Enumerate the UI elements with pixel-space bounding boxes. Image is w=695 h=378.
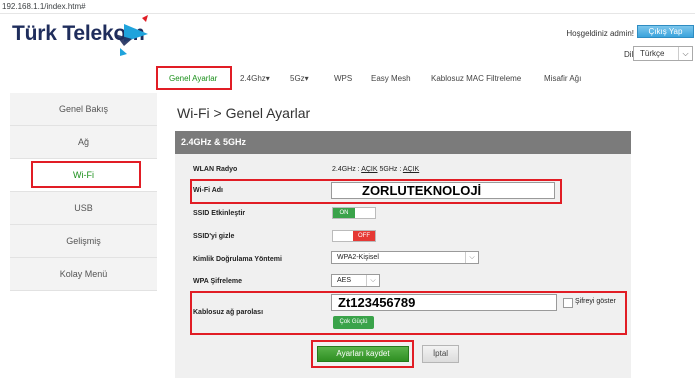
- caret-down-icon: ▾: [265, 74, 270, 83]
- welcome-text: Hoşgeldiniz admin!: [566, 29, 634, 38]
- tab-5ghz-label: 5Gz: [290, 74, 305, 83]
- page-title: Wi-Fi > Genel Ayarlar: [177, 105, 311, 121]
- language-select[interactable]: Türkçe ⌵: [633, 46, 693, 61]
- tab-mac-filter[interactable]: Kablosuz MAC Filtreleme: [431, 68, 521, 90]
- highlight-password: [190, 291, 627, 335]
- cancel-button[interactable]: İptal: [422, 345, 459, 363]
- chevron-down-icon: ⌵: [366, 275, 379, 286]
- section-header: 2.4GHz & 5GHz: [175, 131, 631, 154]
- highlight-save-button: [311, 340, 414, 368]
- wpa-encryption-select[interactable]: AES ⌵: [331, 274, 380, 287]
- wlan-24-state-link[interactable]: AÇIK: [361, 166, 377, 173]
- address-bar[interactable]: 192.168.1.1/index.htm#: [0, 0, 695, 14]
- highlight-sidebar-wifi: [31, 161, 141, 188]
- sidebar-item-kolay-menu[interactable]: Kolay Menü: [10, 258, 157, 291]
- sidebar: Genel Bakış Ağ Wi-Fi USB Gelişmiş Kolay …: [10, 93, 157, 291]
- wpa-encryption-label: WPA Şifreleme: [193, 278, 243, 285]
- wlan-radio-label: WLAN Radyo: [193, 166, 238, 173]
- wlan-radio-value: 2.4GHz : AÇIK 5GHz : AÇIK: [332, 166, 419, 173]
- logout-button[interactable]: Çıkış Yap: [637, 25, 694, 38]
- tab-easy-mesh[interactable]: Easy Mesh: [371, 68, 411, 90]
- wlan-5-state-link[interactable]: AÇIK: [403, 166, 419, 173]
- toggle-off-state: OFF: [353, 231, 375, 241]
- chevron-down-icon: ⌵: [678, 47, 692, 60]
- caret-down-icon: ▾: [304, 74, 309, 83]
- auth-method-value: WPA2-Kişisel: [337, 254, 379, 261]
- tab-guest-network[interactable]: Misafir Ağı: [544, 68, 581, 90]
- ssid-enable-toggle[interactable]: ON: [332, 207, 376, 219]
- tab-wps[interactable]: WPS: [334, 68, 352, 90]
- highlight-tab-genel-ayarlar: [156, 66, 232, 90]
- highlight-ssid: [190, 179, 562, 204]
- sidebar-item-ag[interactable]: Ağ: [10, 126, 157, 159]
- tab-24ghz[interactable]: 2.4Ghz▾: [240, 68, 270, 90]
- sidebar-item-genel-bakis[interactable]: Genel Bakış: [10, 93, 157, 126]
- ssid-hide-label: SSID'yi gizle: [193, 233, 235, 240]
- tab-24ghz-label: 2.4Ghz: [240, 74, 266, 83]
- wlan-5-label: 5GHz :: [379, 166, 402, 173]
- sidebar-item-gelismis[interactable]: Gelişmiş: [10, 225, 157, 258]
- tab-5ghz[interactable]: 5Gz▾: [290, 68, 309, 90]
- ssid-hide-toggle[interactable]: OFF: [332, 230, 376, 242]
- wpa-encryption-value: AES: [337, 277, 352, 284]
- toggle-on-state: ON: [333, 208, 355, 218]
- language-label: Dil: [624, 50, 634, 59]
- auth-method-label: Kimlik Doğrulama Yöntemi: [193, 256, 282, 263]
- chevron-down-icon: ⌵: [465, 252, 478, 263]
- ssid-enable-label: SSID Etkinleştir: [193, 210, 246, 217]
- auth-method-select[interactable]: WPA2-Kişisel ⌵: [331, 251, 479, 264]
- sidebar-item-usb[interactable]: USB: [10, 192, 157, 225]
- turk-telekom-logo-icon: [115, 15, 148, 56]
- language-value: Türkçe: [640, 49, 665, 58]
- wlan-24-label: 2.4GHz :: [332, 166, 360, 173]
